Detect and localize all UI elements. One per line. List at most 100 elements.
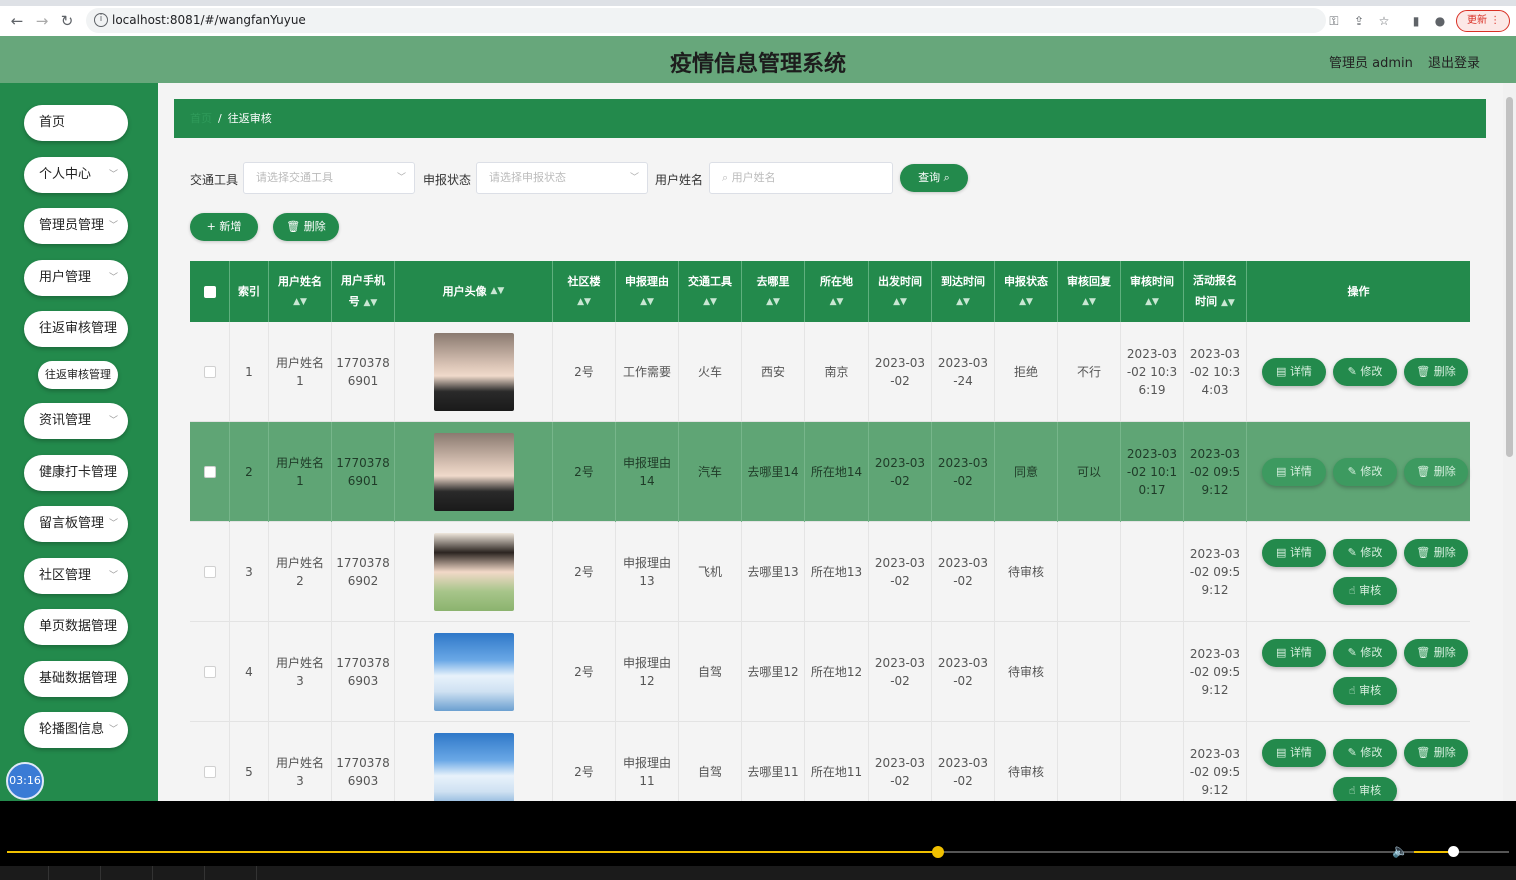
edit-button[interactable]: ✎ 修改 [1333, 358, 1397, 386]
add-button[interactable]: + 新增 [190, 213, 258, 241]
back-icon[interactable]: ← [8, 12, 26, 30]
scrollbar-thumb[interactable] [1506, 97, 1513, 457]
sort-icon[interactable]: ▲▼ [640, 292, 654, 313]
table-row[interactable]: 1 用户姓名 1 1770378 6901 2号 工作需要 火车 西安 南京 2023-03 -02 2… [190, 322, 1470, 422]
sidebar-item-personal[interactable]: 个人中心 ﹀ [24, 157, 128, 193]
volume-handle[interactable] [1448, 846, 1459, 857]
edit-button[interactable]: ✎ 修改 [1333, 639, 1397, 667]
header-arrive[interactable]: 到达时间 ▲▼ [932, 261, 995, 322]
header-status[interactable]: 申报状态 ▲▼ [995, 261, 1058, 322]
header-avatar[interactable]: 用户头像 ▲▼ [395, 261, 553, 322]
header-reply[interactable]: 审核回复 ▲▼ [1058, 261, 1121, 322]
sidebar-item-message[interactable]: 留言板管理 ﹀ [24, 506, 128, 542]
logout-link[interactable]: 退出登录 [1428, 52, 1480, 71]
header-depart[interactable]: 出发时间 ▲▼ [869, 261, 932, 322]
transport-select[interactable]: 请选择交通工具 ﹀ [243, 162, 415, 194]
status-select[interactable]: 请选择申报状态 ﹀ [476, 162, 648, 194]
review-button[interactable]: ☝ 审核 [1333, 577, 1397, 605]
table-row[interactable]: 5 用户姓名 3 1770378 6903 2号 申报理由 11 自驾 去哪里11 所在地11 202… [190, 722, 1470, 801]
info-icon[interactable]: i [94, 13, 108, 27]
sidebar-item-community[interactable]: 社区管理 ﹀ [24, 558, 128, 594]
sort-icon[interactable]: ▲▼ [766, 292, 780, 313]
address-bar[interactable]: i localhost:8081/#/wangfanYuyue [86, 8, 1326, 33]
table-row[interactable]: 4 用户姓名 3 1770378 6903 2号 申报理由 12 自驾 去哪里12 所在地12 202… [190, 622, 1470, 722]
breadcrumb-home[interactable]: 首页 [190, 112, 212, 125]
reload-icon[interactable]: ↻ [58, 12, 76, 30]
header-username[interactable]: 用户姓名 ▲▼ [269, 261, 332, 322]
page-scrollbar[interactable] [1503, 83, 1516, 801]
table-row[interactable]: 3 用户姓名 2 1770378 6902 2号 申报理由 13 飞机 去哪里13 所在地13 202… [190, 522, 1470, 622]
delete-button[interactable]: 🗑 删除 [1404, 458, 1468, 486]
sidebar-item-health[interactable]: 健康打卡管理 [24, 455, 128, 491]
delete-button[interactable]: 🗑 删除 [1404, 539, 1468, 567]
sort-icon[interactable]: ▲▼ [703, 292, 717, 313]
header-building[interactable]: 社区楼 ▲▼ [553, 261, 616, 322]
table-row[interactable]: 2 用户姓名 1 1770378 6901 2号 申报理由 14 汽车 去哪里14 所在地14 202… [190, 422, 1470, 522]
select-all-checkbox[interactable] [203, 285, 216, 298]
sort-icon[interactable]: ▲▼ [364, 298, 378, 308]
sidebar-item-news[interactable]: 资讯管理 ﹀ [24, 403, 128, 439]
sidepanel-icon[interactable]: ▮ [1408, 13, 1424, 29]
header-select-all[interactable] [190, 261, 230, 322]
forward-icon[interactable]: → [33, 12, 51, 30]
header-reason[interactable]: 申报理由 ▲▼ [616, 261, 679, 322]
profile-icon[interactable]: ● [1432, 13, 1448, 29]
sidebar-item-users[interactable]: 用户管理 ﹀ [24, 260, 128, 296]
detail-button[interactable]: ▤ 详情 [1262, 358, 1326, 386]
header-transport[interactable]: 交通工具 ▲▼ [679, 261, 742, 322]
row-select[interactable] [190, 722, 230, 801]
header-location[interactable]: 所在地 ▲▼ [805, 261, 869, 322]
header-phone[interactable]: 用户手机号 ▲▼ [332, 261, 395, 322]
sort-icon[interactable]: ▲▼ [956, 292, 970, 313]
row-checkbox[interactable] [203, 466, 216, 478]
sort-icon[interactable]: ▲▼ [1145, 292, 1159, 313]
avatar[interactable] [433, 733, 514, 801]
avatar[interactable] [433, 433, 514, 511]
row-select[interactable] [190, 622, 230, 722]
detail-button[interactable]: ▤ 详情 [1262, 458, 1326, 486]
sort-icon[interactable]: ▲▼ [491, 281, 505, 302]
clock-badge[interactable]: 03:16 [6, 762, 44, 800]
sort-icon[interactable]: ▲▼ [293, 292, 307, 313]
edit-button[interactable]: ✎ 修改 [1333, 458, 1397, 486]
sidebar-item-admin[interactable]: 管理员管理 ﹀ [24, 208, 128, 244]
header-review-time[interactable]: 审核时间 ▲▼ [1121, 261, 1184, 322]
sidebar-item-base-data[interactable]: 基础数据管理 [24, 661, 128, 697]
detail-button[interactable]: ▤ 详情 [1262, 739, 1326, 767]
username-input[interactable]: ⌕ 用户姓名 [709, 162, 893, 194]
row-select[interactable] [190, 522, 230, 622]
row-select[interactable] [190, 422, 230, 522]
seek-handle[interactable] [932, 846, 944, 858]
key-icon[interactable]: ⚿ [1326, 13, 1342, 29]
delete-button[interactable]: 🗑 删除 [1404, 739, 1468, 767]
sidebar-item-single-page[interactable]: 单页数据管理 [24, 609, 128, 645]
avatar[interactable] [433, 533, 514, 611]
sort-icon[interactable]: ▲▼ [893, 292, 907, 313]
edit-button[interactable]: ✎ 修改 [1333, 539, 1397, 567]
delete-button[interactable]: 🗑 删除 [1404, 358, 1468, 386]
batch-delete-button[interactable]: 🗑 删除 [273, 213, 339, 241]
edit-button[interactable]: ✎ 修改 [1333, 739, 1397, 767]
row-checkbox[interactable] [203, 566, 216, 578]
query-button[interactable]: 查询 ⌕ [900, 164, 968, 192]
star-icon[interactable]: ☆ [1376, 13, 1392, 29]
avatar[interactable] [433, 633, 514, 711]
volume-icon[interactable]: 🔈 [1392, 844, 1408, 859]
sort-icon[interactable]: ▲▼ [1221, 298, 1235, 308]
detail-button[interactable]: ▤ 详情 [1262, 639, 1326, 667]
share-icon[interactable]: ⇪ [1351, 13, 1367, 29]
row-checkbox[interactable] [203, 366, 216, 378]
seek-progress[interactable] [7, 851, 938, 853]
sort-icon[interactable]: ▲▼ [1019, 292, 1033, 313]
detail-button[interactable]: ▤ 详情 [1262, 539, 1326, 567]
sidebar-item-travel-review[interactable]: 往返审核管理 [24, 311, 128, 347]
header-activity-time[interactable]: 活动报名 时间 ▲▼ [1184, 261, 1247, 322]
row-checkbox[interactable] [203, 666, 216, 678]
sort-icon[interactable]: ▲▼ [1082, 292, 1096, 313]
sidebar-subitem-travel-review[interactable]: 往返审核管理 [38, 361, 118, 389]
sort-icon[interactable]: ▲▼ [577, 292, 591, 313]
sort-icon[interactable]: ▲▼ [830, 292, 844, 313]
row-checkbox[interactable] [203, 766, 216, 778]
update-button[interactable]: 更新 ⋮ [1456, 10, 1510, 32]
sidebar-item-home[interactable]: 首页 [24, 105, 128, 141]
